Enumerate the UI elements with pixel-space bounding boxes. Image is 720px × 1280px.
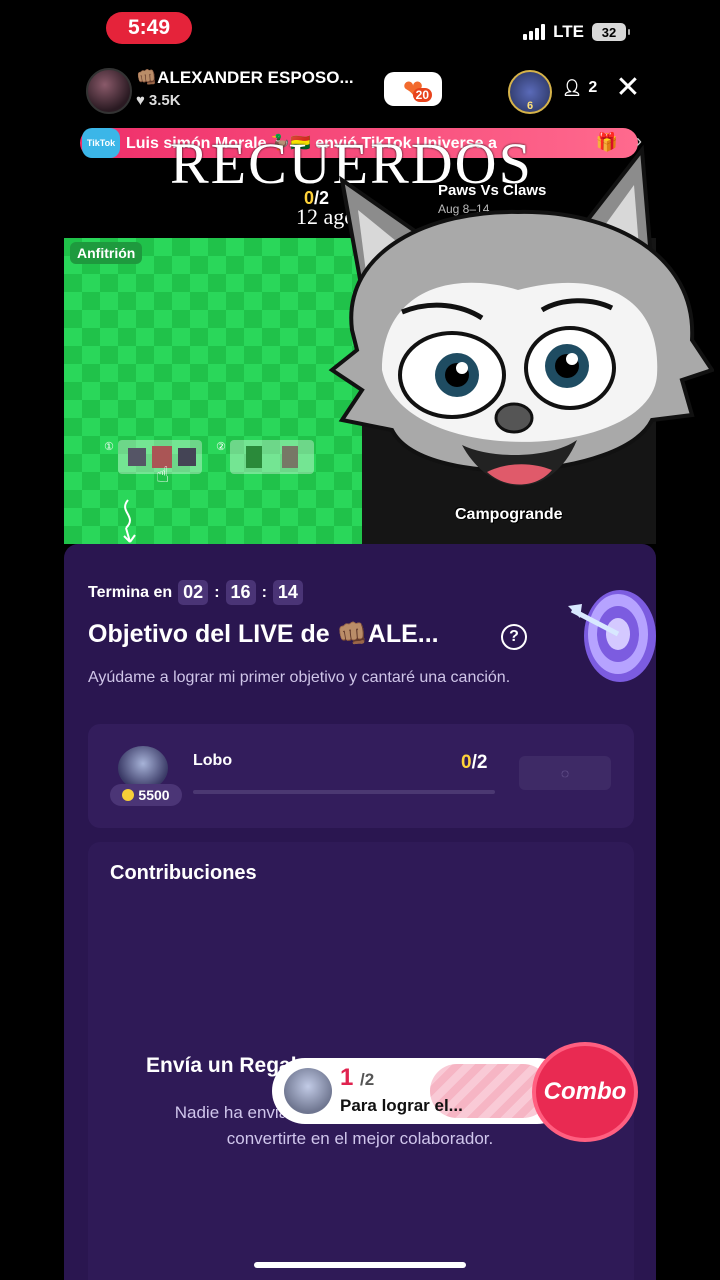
combo-count: 1 /2 — [340, 1064, 375, 1091]
tiktok-universe-logo: TikTok — [82, 128, 120, 158]
thumb-index-2: ② — [216, 441, 226, 453]
like-badge-button[interactable]: ❤ 20 — [384, 72, 442, 106]
guest-name: Campogrande — [455, 506, 563, 523]
combo-label: Para lograr el... — [340, 1096, 463, 1115]
host-avatar[interactable] — [86, 68, 132, 114]
timer-seconds: 14 — [272, 580, 303, 605]
likes-count: 3.5K — [148, 92, 181, 109]
timer-separator: : — [261, 583, 267, 601]
rank-badge[interactable]: 6 — [508, 70, 552, 114]
timer-label: Termina en — [88, 583, 173, 601]
gift-price-value: 5500 — [138, 787, 170, 803]
battery-icon: 32 — [592, 23, 630, 41]
gift-price: 5500 — [110, 784, 182, 806]
gift-name: Lobo — [193, 752, 233, 769]
host-name[interactable]: 👊🏽ALEXANDER ESPOSO... — [136, 68, 354, 88]
timer-separator: : — [214, 583, 220, 601]
signal-icon — [523, 24, 546, 40]
arrow-doodle-icon — [123, 499, 136, 543]
goal-timer: Termina en 02 : 16 : 14 — [88, 580, 303, 605]
timer-minutes: 16 — [225, 580, 256, 605]
timer-hours: 02 — [178, 580, 209, 605]
send-gift-button[interactable]: ◌ — [519, 756, 611, 790]
rank-badge-number: 6 — [526, 100, 534, 112]
gift-count: 0/2 — [461, 752, 488, 773]
home-indicator[interactable] — [254, 1262, 466, 1268]
person-icon: 👤︎ — [562, 80, 583, 97]
battery-level: 32 — [601, 24, 617, 40]
like-badge-count: 20 — [412, 88, 432, 102]
help-icon[interactable]: ? — [501, 624, 527, 650]
host-video-pane[interactable] — [64, 238, 362, 544]
gift-progress-bar — [193, 790, 495, 794]
host-likes: ♥ 3.5K — [136, 92, 181, 109]
goal-description: Ayúdame a lograr mi primer objetivo y ca… — [88, 669, 511, 686]
viewer-number: 2 — [588, 79, 598, 96]
heart-icon: ♥ — [136, 92, 145, 109]
thumb-index-1: ① — [104, 441, 114, 453]
coin-icon — [122, 789, 135, 801]
thumbnail-strip-2 — [230, 440, 314, 474]
wolf-gift-icon — [284, 1068, 332, 1114]
target-icon — [568, 590, 656, 682]
contributions-title: Contribuciones — [110, 862, 257, 884]
goal-title: Objetivo del LIVE de 👊🏽ALE... — [88, 620, 439, 648]
close-icon[interactable]: ✕ — [612, 72, 644, 104]
status-indicators: LTE 32 — [523, 22, 630, 42]
network-label: LTE — [553, 22, 584, 41]
host-tag: Anfitrión — [70, 242, 143, 264]
status-time: 5:49 — [106, 12, 192, 44]
combo-button[interactable]: Combo — [532, 1042, 638, 1142]
hand-cursor-icon: ☝ — [156, 462, 170, 487]
viewer-count[interactable]: 👤︎ 2 — [562, 78, 597, 98]
wolf-sticker — [328, 144, 714, 486]
